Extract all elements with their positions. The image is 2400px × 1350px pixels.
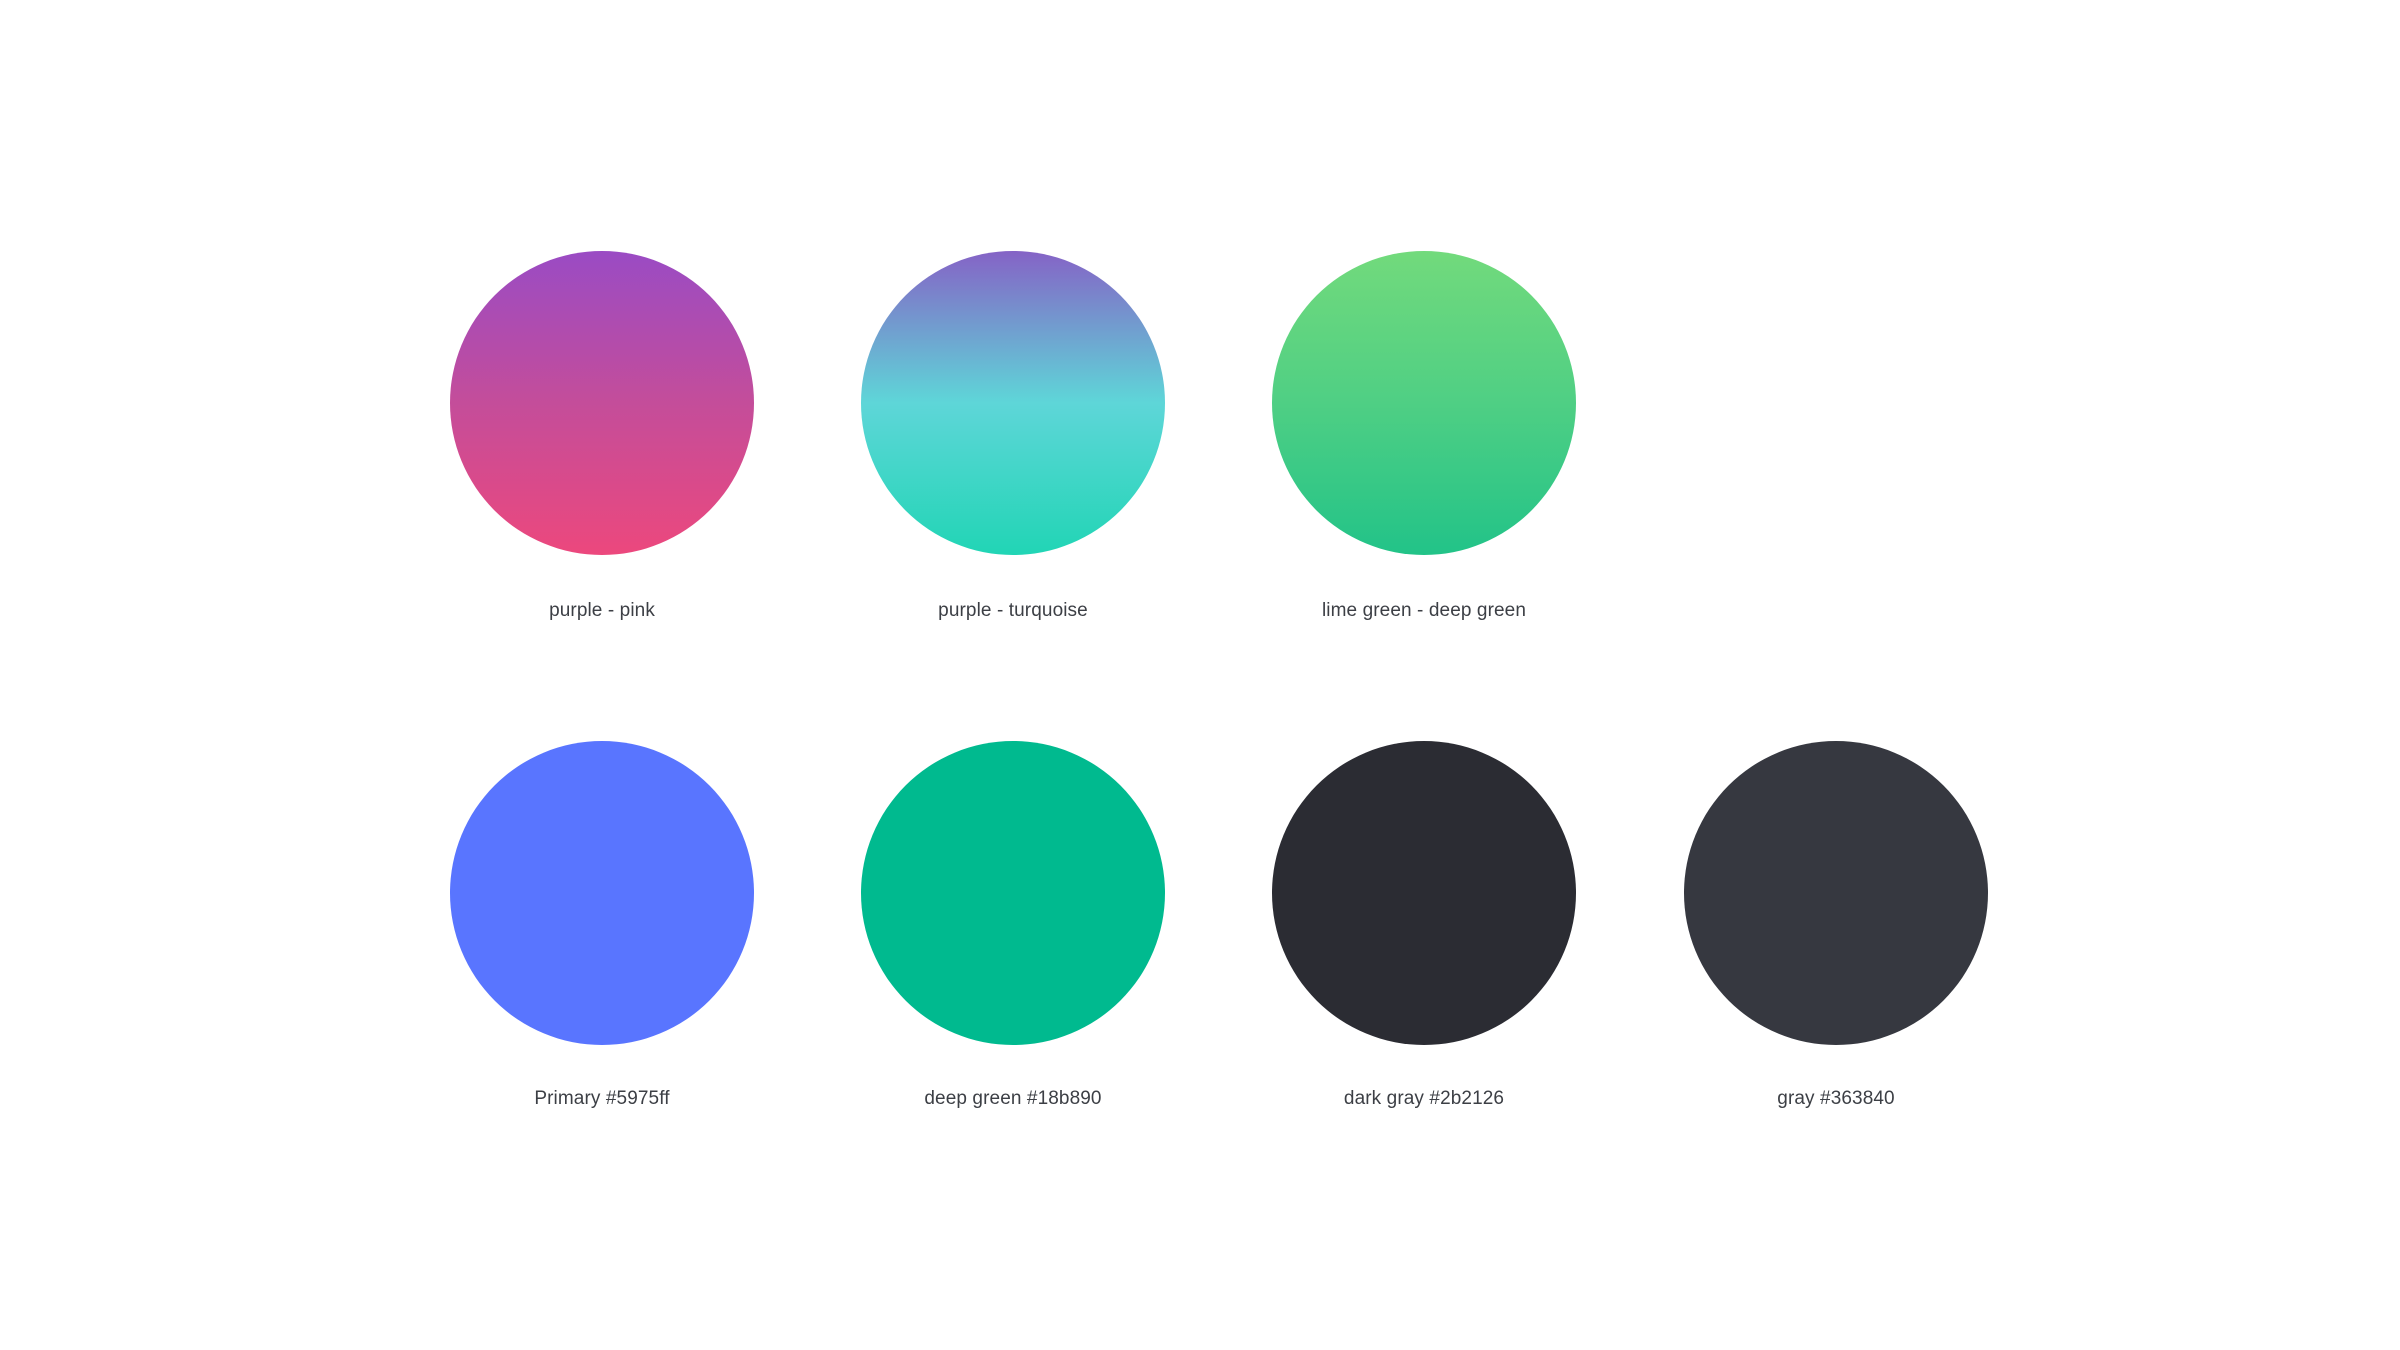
swatch-label: deep green #18b890 — [924, 1088, 1102, 1109]
swatch-gray: gray #363840 — [1684, 741, 1988, 1110]
swatch-deep-green: deep green #18b890 — [861, 741, 1165, 1110]
swatch-label: dark gray #2b2126 — [1343, 1088, 1505, 1109]
color-circle-primary — [450, 741, 754, 1045]
gradient-circle-lime-green-deep-green — [1272, 251, 1576, 555]
swatch-dark-gray: dark gray #2b2126 — [1272, 741, 1576, 1110]
color-circle-dark-gray — [1272, 741, 1576, 1045]
swatch-label: purple - pink — [549, 600, 655, 621]
gradient-circle-purple-turquoise — [861, 251, 1165, 555]
swatch-label: lime green - deep green — [1321, 600, 1527, 621]
swatch-label: Primary #5975ff — [534, 1088, 670, 1109]
swatch-purple-pink: purple - pink — [450, 251, 754, 622]
swatch-label: purple - turquoise — [938, 600, 1088, 621]
swatch-lime-green-deep-green: lime green - deep green — [1272, 251, 1576, 622]
gradient-circle-purple-pink — [450, 251, 754, 555]
color-circle-gray — [1684, 741, 1988, 1045]
swatch-primary: Primary #5975ff — [450, 741, 754, 1110]
swatch-purple-turquoise: purple - turquoise — [861, 251, 1165, 622]
swatch-label: gray #363840 — [1777, 1088, 1895, 1109]
color-circle-deep-green — [861, 741, 1165, 1045]
